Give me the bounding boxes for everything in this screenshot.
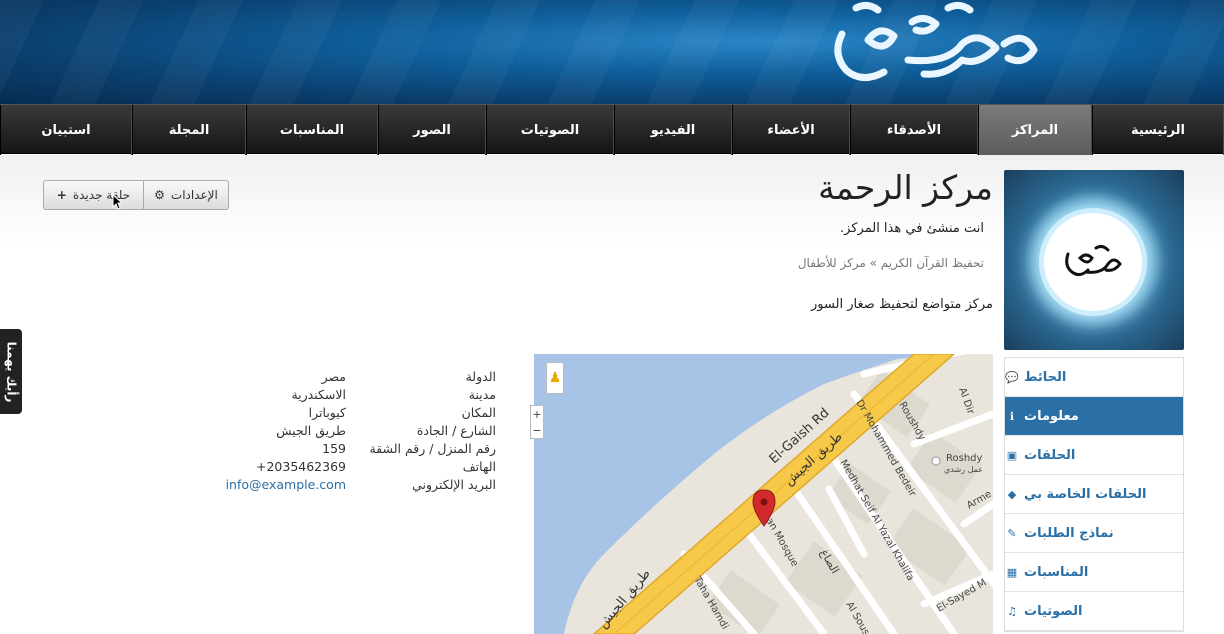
map-label-street7: Al Sous: [843, 600, 871, 634]
sidebar-item-my-circles[interactable]: ◆ الحلقات الخاصة بي: [1005, 475, 1183, 514]
nav-item-photos[interactable]: الصور: [378, 105, 486, 155]
map-zoom-control: + −: [530, 405, 544, 439]
street-view-pegman-icon[interactable]: ♟: [546, 362, 564, 394]
sidebar-item-audio[interactable]: ♫ الصوتيات: [1005, 592, 1183, 631]
pencil-icon: ✎: [1007, 526, 1017, 540]
sidebar-item-events[interactable]: ▦ المناسبات: [1005, 553, 1183, 592]
comments-icon: 💬: [1005, 370, 1019, 384]
info-row-city: مدينة الاسكندرية: [200, 385, 500, 403]
sidebar-item-label: المناسبات: [1024, 564, 1089, 580]
sidebar-item-info[interactable]: ℹ معلومات: [1005, 397, 1183, 436]
center-avatar: [1004, 170, 1184, 350]
nav-item-friends[interactable]: الأصدقاء: [850, 105, 978, 155]
settings-button[interactable]: ⚙ الإعدادات: [143, 180, 229, 210]
info-icon: ℹ: [1009, 409, 1015, 423]
mouse-cursor-icon: [112, 194, 124, 210]
sidebar-item-label: الحائط: [1024, 369, 1067, 385]
location-map[interactable]: El-Gaish Rd طريق الجيش طريق الجيش Dr Moh…: [534, 354, 993, 634]
email-link[interactable]: info@example.com: [206, 477, 346, 492]
sidebar-item-wall[interactable]: 💬 الحائط: [1005, 358, 1183, 397]
info-value: +2035462369: [255, 458, 346, 474]
briefcase-icon: ▣: [1006, 448, 1018, 462]
cogs-icon: ⚙: [154, 188, 165, 202]
map-canvas[interactable]: El-Gaish Rd طريق الجيش طريق الجيش Dr Moh…: [534, 354, 993, 634]
info-row-email: البريد الإلكتروني info@example.com: [200, 475, 500, 493]
sidebar-item-label: الصوتيات: [1024, 603, 1083, 619]
feedback-tab[interactable]: رأيك يهمنا: [0, 329, 22, 414]
poi-marker-icon: [931, 456, 941, 466]
nav-item-survey[interactable]: استبيان: [0, 105, 132, 155]
center-info-table: الدولة مصر مدينة الاسكندرية المكان كيوبا…: [200, 367, 500, 493]
info-label: البريد الإلكتروني: [412, 476, 496, 492]
info-row-phone: الهاتف +2035462369: [200, 457, 500, 475]
breadcrumb[interactable]: تحفيظ القرآن الكريم » مركز للأطفال: [798, 256, 984, 270]
info-value: كيوباترا: [308, 404, 346, 420]
nav-item-home[interactable]: الرئيسية: [1092, 105, 1224, 155]
info-row-place: المكان كيوباترا: [200, 403, 500, 421]
info-value: طريق الجيش: [276, 422, 346, 438]
nav-item-centers[interactable]: المراكز: [978, 105, 1092, 155]
nav-item-members[interactable]: الأعضاء: [732, 105, 850, 155]
sidebar-item-request-forms[interactable]: ✎ نماذج الطلبات: [1005, 514, 1183, 553]
sidebar-item-label: نماذج الطلبات: [1024, 525, 1114, 541]
info-row-street: الشارع / الجادة طريق الجيش: [200, 421, 500, 439]
sidebar-item-circles[interactable]: ▣ الحلقات: [1005, 436, 1183, 475]
info-row-house-number: رقم المنزل / رقم الشقة 159: [200, 439, 500, 457]
center-sidebar-menu: 💬 الحائط ℹ معلومات ▣ الحلقات ◆ الحلقات ا…: [1004, 357, 1184, 632]
info-label: رقم المنزل / رقم الشقة: [369, 440, 496, 456]
nav-item-audio[interactable]: الصوتيات: [486, 105, 614, 155]
info-label: مدينة: [468, 386, 496, 402]
settings-button-label: الإعدادات: [170, 188, 218, 202]
info-value: الاسكندرية: [291, 386, 346, 402]
action-buttons: ⚙ الإعدادات + حلقة جديدة: [43, 180, 229, 210]
zoom-in-button[interactable]: +: [532, 408, 541, 421]
info-row-country: الدولة مصر: [200, 367, 500, 385]
main-nav: الرئيسية المراكز الأصدقاء الأعضاء الفيدي…: [0, 104, 1224, 155]
map-label-poi-ar: عمل رشدي: [944, 465, 983, 474]
info-label: المكان: [461, 404, 496, 420]
site-logo[interactable]: [828, 0, 1042, 96]
music-icon: ♫: [1007, 604, 1017, 618]
center-description: مركز متواضع لتحفيظ صغار السور: [810, 297, 993, 312]
tag-icon: ◆: [1007, 487, 1017, 501]
sidebar-item-label: معلومات: [1024, 408, 1079, 424]
creator-note: انت منشئ في هذا المركز.: [840, 221, 984, 236]
page-title: مركز الرحمة: [818, 168, 993, 207]
map-label-poi: Roshdy: [946, 453, 983, 464]
info-value: 159: [322, 440, 346, 456]
zoom-out-button[interactable]: −: [532, 424, 541, 437]
nav-item-video[interactable]: الفيديو: [614, 105, 732, 155]
new-circle-button[interactable]: + حلقة جديدة: [43, 180, 143, 210]
feedback-tab-label: رأيك يهمنا: [4, 341, 19, 402]
nav-item-magazine[interactable]: المجلة: [132, 105, 246, 155]
info-label: الدولة: [465, 368, 496, 384]
calendar-icon: ▦: [1006, 565, 1018, 579]
sidebar-item-label: الحلقات: [1024, 447, 1076, 463]
nav-item-events[interactable]: المناسبات: [246, 105, 378, 155]
plus-icon: +: [56, 188, 67, 202]
info-label: الشارع / الجادة: [416, 422, 496, 438]
avatar-logo: [1065, 244, 1122, 277]
info-value: مصر: [321, 368, 346, 384]
info-label: الهاتف: [462, 458, 496, 474]
map-label-street4: Al Dir: [956, 386, 976, 416]
sidebar-item-label: الحلقات الخاصة بي: [1024, 486, 1147, 502]
header-banner: [0, 0, 1224, 104]
